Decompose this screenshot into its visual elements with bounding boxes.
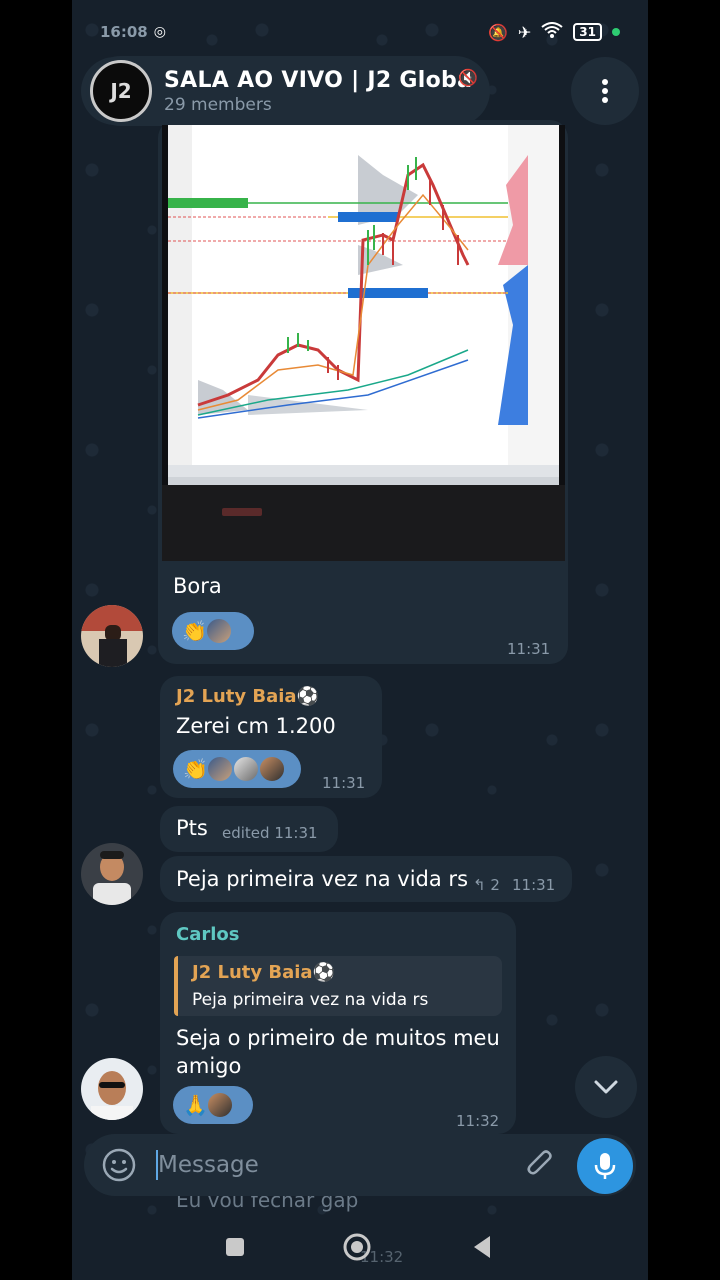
reactor-avatar xyxy=(205,755,234,783)
sender-name: Carlos xyxy=(176,924,240,945)
message-time: 11:31 xyxy=(322,774,366,792)
emoji-button[interactable] xyxy=(102,1148,136,1186)
back-nav-button[interactable] xyxy=(470,1234,494,1264)
monitor-screen xyxy=(168,125,559,485)
user-avatar[interactable] xyxy=(81,605,143,667)
airplane-icon: ✈ xyxy=(517,22,532,42)
attach-button[interactable] xyxy=(524,1148,558,1186)
message-time: 11:31 xyxy=(507,640,551,658)
system-nav-bar xyxy=(72,1216,648,1280)
reply-arrow-icon: ↰ xyxy=(473,876,486,894)
status-time: 16:08 xyxy=(100,23,148,41)
reaction-emoji: 👏 xyxy=(183,757,208,781)
sender-name: J2 Luty Baia⚽ xyxy=(176,686,319,707)
monitor-bezel xyxy=(162,485,565,561)
group-avatar[interactable]: J2 xyxy=(90,60,152,122)
back-triangle-icon xyxy=(474,1236,490,1258)
home-button[interactable] xyxy=(342,1232,372,1266)
reactor-avatar xyxy=(204,617,233,645)
reactor-avatar xyxy=(205,1091,234,1119)
reaction-chip[interactable]: 👏 xyxy=(173,750,301,788)
more-vertical-icon xyxy=(602,79,608,103)
user-avatar[interactable] xyxy=(81,1058,143,1120)
privacy-dot-icon xyxy=(612,28,620,36)
battery-indicator: 31 xyxy=(573,23,602,41)
reaction-emoji: 🙏 xyxy=(183,1093,208,1117)
trading-chart-photo[interactable] xyxy=(162,125,565,561)
status-bar: 16:08 ◎ 🔕 ✈ 31 xyxy=(72,14,648,50)
message-input[interactable] xyxy=(158,1148,518,1182)
microphone-icon xyxy=(594,1153,616,1179)
message-text: Bora xyxy=(173,574,222,598)
message-text: Zerei cm 1.200 xyxy=(176,714,336,738)
group-logo-text: J2 xyxy=(110,79,132,103)
reply-quote[interactable]: J2 Luty Baia⚽ Peja primeira vez na vida … xyxy=(174,956,502,1016)
member-count: 29 members xyxy=(164,94,272,115)
monitor-brand-logo xyxy=(222,508,262,516)
chevron-down-icon xyxy=(594,1080,618,1094)
reactor-avatar xyxy=(257,755,286,783)
message-text: Peja primeira vez na vida rs xyxy=(176,867,469,891)
paperclip-icon xyxy=(527,1150,552,1175)
quote-text: Peja primeira vez na vida rs xyxy=(192,990,429,1010)
home-icon xyxy=(343,1233,371,1261)
message-time: 11:32 xyxy=(456,1112,500,1130)
quote-sender: J2 Luty Baia⚽ xyxy=(192,962,335,983)
mute-ringer-icon: 🔕 xyxy=(487,22,508,42)
whatsapp-icon: ◎ xyxy=(153,24,166,40)
chat-header[interactable]: J2 SALA AO VIVO | J2 Globa 29 members 🔇 xyxy=(86,56,490,126)
user-avatar[interactable] xyxy=(81,843,143,905)
group-title: SALA AO VIVO | J2 Globa xyxy=(164,67,473,93)
recents-icon xyxy=(226,1238,244,1256)
reply-count: 2 xyxy=(490,876,500,894)
reaction-chip[interactable]: 🙏 xyxy=(173,1086,253,1124)
more-menu-button[interactable] xyxy=(571,57,639,125)
message-composer xyxy=(84,1134,636,1196)
wifi-icon xyxy=(541,22,563,42)
message-text: Pts xyxy=(176,816,208,840)
emoji-icon xyxy=(102,1148,136,1182)
message-text: Seja o primeiro de muitos meu amigo xyxy=(176,1026,500,1078)
scroll-down-button[interactable] xyxy=(575,1056,637,1118)
reactor-avatar xyxy=(231,755,260,783)
status-icons: 🔕 ✈ 31 xyxy=(488,22,620,42)
voice-record-button[interactable] xyxy=(577,1138,633,1194)
recents-button[interactable] xyxy=(224,1236,246,1262)
reaction-emoji: 👏 xyxy=(182,619,207,643)
message-time: 11:31 xyxy=(512,876,556,894)
reaction-chip[interactable]: 👏 xyxy=(172,612,254,650)
replies-indicator[interactable]: ↰ 2 xyxy=(473,876,500,894)
muted-icon: 🔇 xyxy=(458,68,478,87)
message-time: edited 11:31 xyxy=(222,824,318,842)
chart-image xyxy=(168,125,559,485)
